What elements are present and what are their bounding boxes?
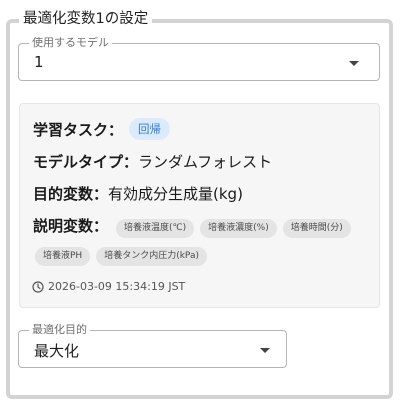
optimization-goal-value: 最大化 [34, 342, 80, 360]
trained-timestamp: 2026-03-09 15:34:19 JST [32, 280, 185, 293]
task-row: 学習タスク： 回帰 [33, 118, 171, 140]
timestamp-text: 2026-03-09 15:34:19 JST [48, 280, 186, 293]
features-label: 説明変数： [33, 217, 109, 235]
model-type-row: モデルタイプ： ランダムフォレスト [33, 151, 272, 172]
model-select[interactable]: 使用するモデル 1 [18, 36, 380, 81]
task-badge: 回帰 [129, 118, 171, 140]
model-info-card: 学習タスク： 回帰 モデルタイプ： ランダムフォレスト 目的変数： 有効成分生成… [19, 103, 380, 308]
feature-chip: 培養タンク内圧力(kPa) [96, 247, 207, 266]
feature-chip: 培養液濃度(%) [200, 219, 277, 238]
caret-down-icon [260, 348, 270, 353]
feature-chip: 培養時間(分) [282, 219, 351, 238]
target-value: 有効成分生成量(kg) [108, 185, 243, 203]
target-label: 目的変数： [33, 185, 109, 203]
model-type-value: ランダムフォレスト [138, 153, 273, 171]
optimization-goal-select[interactable]: 最適化目的 最大化 [18, 323, 287, 368]
features-row: 説明変数： [33, 215, 108, 236]
model-select-value: 1 [34, 53, 44, 71]
optimization-goal-label: 最適化目的 [29, 323, 90, 337]
section-title: 最適化変数1の設定 [19, 10, 153, 28]
feature-chip: 培養液PH [35, 247, 91, 266]
clock-icon [32, 280, 44, 293]
feature-chips: 培養液温度(℃) 培養液濃度(%) 培養時間(分) [116, 219, 351, 238]
model-type-label: モデルタイプ： [33, 153, 139, 171]
feature-chips: 培養液PH 培養タンク内圧力(kPa) [35, 247, 207, 266]
task-label: 学習タスク： [33, 120, 124, 139]
model-select-label: 使用するモデル [29, 36, 112, 50]
target-row: 目的変数： 有効成分生成量(kg) [33, 183, 243, 204]
caret-down-icon [349, 61, 359, 66]
feature-chip: 培養液温度(℃) [116, 219, 195, 238]
